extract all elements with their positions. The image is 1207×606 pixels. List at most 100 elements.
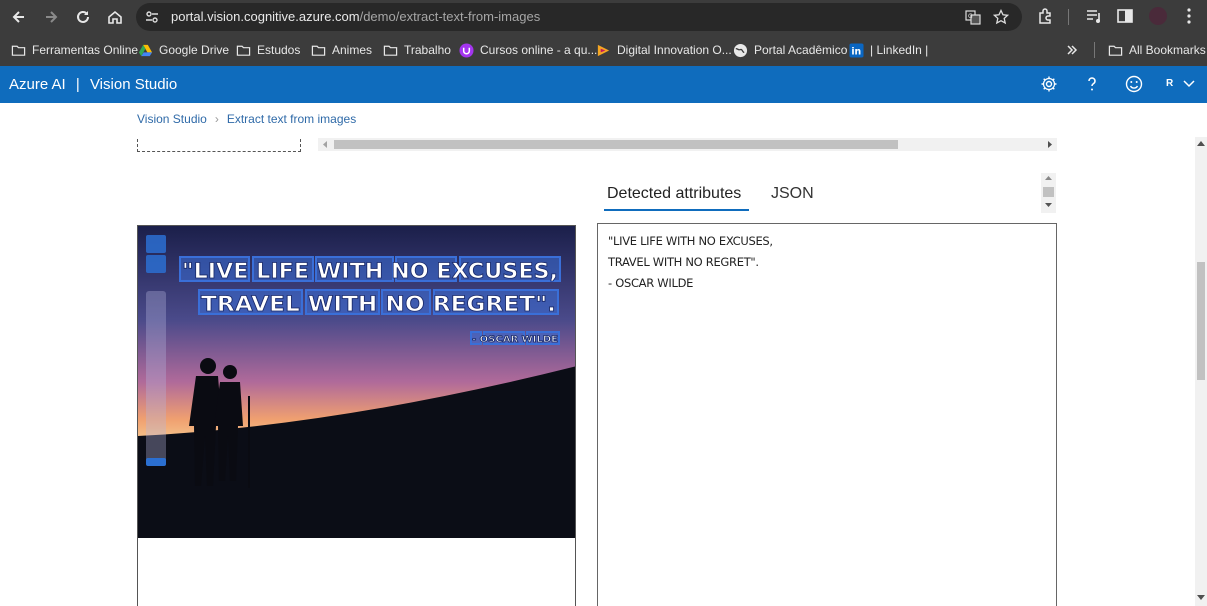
bookmark-ferramentas-online[interactable]: Ferramentas Online: [11, 41, 138, 59]
horizontal-scroll-thumb[interactable]: [334, 140, 898, 149]
app-header: Azure AI | Vision Studio R: [0, 66, 1207, 103]
app-title[interactable]: Azure AI | Vision Studio: [9, 76, 177, 93]
breadcrumb-root-link[interactable]: Vision Studio: [137, 112, 207, 126]
bookmark-label: Google Drive: [159, 43, 230, 57]
folder-icon: [1108, 45, 1123, 56]
linkedin-icon: in: [849, 42, 864, 57]
folder-icon: [383, 45, 398, 56]
folder-icon: [11, 45, 26, 56]
horizontal-scrollbar[interactable]: [318, 138, 1057, 151]
bookmark-label: Animes: [332, 43, 373, 57]
detected-text-panel: "LIVE LIFE WITH NO EXCUSES, TRAVEL WITH …: [597, 223, 1057, 606]
quote-author-text: - OSCAR WILDE: [472, 335, 558, 345]
toolbar-divider: [1068, 9, 1069, 25]
bookmark-digital-innovation[interactable]: Digital Innovation O...: [596, 41, 732, 59]
home-button[interactable]: [103, 5, 127, 29]
translate-icon[interactable]: G: [965, 9, 981, 25]
result-line-3: - OSCAR WILDE: [608, 276, 694, 290]
scroll-up-arrow-icon[interactable]: [1044, 175, 1053, 181]
upload-dropzone[interactable]: [137, 139, 301, 152]
browser-toolbar: portal.vision.cognitive.azure.com/demo/e…: [0, 0, 1207, 34]
breadcrumb-current-link[interactable]: Extract text from images: [227, 112, 356, 126]
back-button[interactable]: [7, 5, 31, 29]
page-scroll-thumb[interactable]: [1197, 262, 1205, 380]
brand-divider: |: [75, 76, 80, 93]
svg-text:in: in: [851, 46, 861, 57]
bookmark-portal-academico[interactable]: Portal Acadêmico: [733, 41, 847, 59]
site-settings-icon[interactable]: [144, 9, 160, 25]
all-bookmarks[interactable]: All Bookmarks: [1108, 41, 1206, 59]
url-path: /demo/extract-text-from-images: [359, 9, 541, 24]
forward-arrow-icon: [46, 11, 58, 23]
bookmark-label: Ferramentas Online: [32, 43, 139, 57]
profile-avatar[interactable]: [1149, 7, 1167, 25]
zoom-out-button[interactable]: [146, 255, 166, 273]
more-bookmarks-chevron-icon[interactable]: [1065, 43, 1079, 57]
bookmark-star-icon[interactable]: [993, 9, 1009, 25]
page-scroll-up-arrow-icon[interactable]: [1197, 140, 1205, 146]
scroll-down-arrow-icon[interactable]: [1044, 202, 1053, 208]
brand-name: Azure AI: [9, 76, 66, 93]
help-question-icon[interactable]: [1083, 75, 1101, 93]
url-text: portal.vision.cognitive.azure.com/demo/e…: [171, 9, 540, 24]
active-tab-indicator: [604, 209, 749, 211]
bookmark-cursos-online[interactable]: Cursos online - a qu...: [459, 41, 597, 59]
globe-icon: [733, 43, 748, 57]
media-controls-icon[interactable]: [1085, 7, 1103, 25]
udemy-icon: [459, 42, 474, 58]
bookmark-linkedin[interactable]: in | LinkedIn |: [849, 41, 928, 59]
google-drive-icon: [138, 44, 153, 56]
tab-detected-attributes[interactable]: Detected attributes: [607, 185, 741, 203]
kebab-menu-icon[interactable]: [1180, 7, 1198, 25]
sunset-hikers-image: "LIVE LIFE WITH NO EXCUSES, TRAVEL WITH …: [138, 226, 575, 538]
breadcrumb: Vision Studio › Extract text from images: [137, 112, 356, 126]
page-vertical-scrollbar[interactable]: [1195, 137, 1207, 606]
dio-icon: [597, 44, 610, 56]
bookmark-animes[interactable]: Animes: [311, 41, 372, 59]
bookmark-label: Estudos: [257, 43, 301, 57]
scroll-right-arrow-icon[interactable]: [1045, 140, 1054, 149]
tabs-scroll-thumb[interactable]: [1043, 187, 1054, 197]
reload-icon: [77, 10, 89, 23]
tabs-scrollbar[interactable]: [1041, 173, 1056, 213]
bookmarks-bar: Ferramentas Online Google Drive Estudos …: [0, 34, 1207, 66]
bookmark-label: Cursos online - a qu...: [480, 43, 598, 57]
bookmark-label: | LinkedIn |: [870, 43, 929, 57]
bookmark-label: Trabalho: [404, 43, 451, 57]
zoom-in-button[interactable]: [146, 235, 166, 253]
extensions-icon[interactable]: [1037, 7, 1055, 25]
forward-button[interactable]: [39, 5, 63, 29]
folder-icon: [236, 45, 251, 56]
bookmark-google-drive[interactable]: Google Drive: [138, 41, 229, 59]
bookmark-label: Digital Innovation O...: [617, 43, 732, 57]
url-host: portal.vision.cognitive.azure.com: [171, 9, 360, 24]
browser-chrome: portal.vision.cognitive.azure.com/demo/e…: [0, 0, 1207, 66]
scroll-left-arrow-icon[interactable]: [321, 140, 330, 149]
chevron-down-icon[interactable]: [1183, 79, 1195, 89]
settings-gear-icon[interactable]: [1040, 75, 1058, 93]
product-name: Vision Studio: [89, 76, 178, 93]
quote-line-1-text: "LIVE LIFE WITH NO EXCUSES,: [182, 259, 558, 283]
user-initial[interactable]: R: [1166, 78, 1173, 89]
bookmarks-divider: [1094, 42, 1095, 58]
zoom-slider-track[interactable]: [146, 291, 166, 466]
page-scroll-down-arrow-icon[interactable]: [1197, 595, 1205, 601]
all-bookmarks-label: All Bookmarks: [1129, 43, 1206, 57]
reload-button[interactable]: [71, 5, 95, 29]
bookmark-label: Portal Acadêmico: [754, 43, 848, 57]
svg-text:G: G: [968, 13, 973, 20]
feedback-smiley-icon[interactable]: [1125, 75, 1143, 93]
result-line-1: "LIVE LIFE WITH NO EXCUSES,: [608, 234, 773, 248]
zoom-slider-handle[interactable]: [146, 458, 166, 466]
side-panel-icon[interactable]: [1116, 7, 1134, 25]
bookmark-estudos[interactable]: Estudos: [236, 41, 300, 59]
bookmark-trabalho[interactable]: Trabalho: [383, 41, 451, 59]
home-icon: [108, 10, 122, 24]
folder-icon: [311, 45, 326, 56]
image-preview-panel: "LIVE LIFE WITH NO EXCUSES, TRAVEL WITH …: [137, 225, 576, 606]
main-content: Vision Studio › Extract text from images…: [0, 103, 1195, 606]
address-bar[interactable]: portal.vision.cognitive.azure.com/demo/e…: [136, 3, 1022, 31]
quote-line-2-text: TRAVEL WITH NO REGRET".: [201, 292, 556, 316]
tab-json[interactable]: JSON: [771, 185, 814, 203]
back-arrow-icon: [12, 11, 24, 23]
